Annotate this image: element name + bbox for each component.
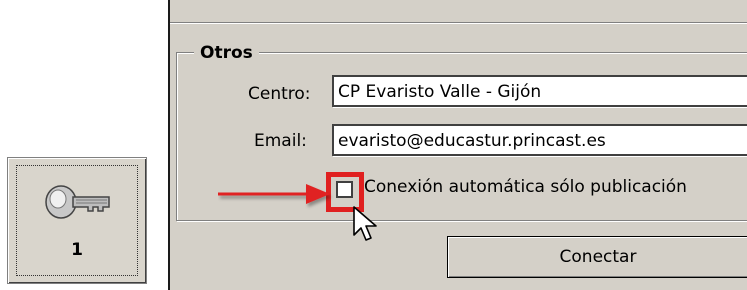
email-label: Email: bbox=[254, 131, 307, 151]
dialog-top-section bbox=[170, 0, 747, 26]
connect-button[interactable]: Conectar bbox=[447, 236, 747, 278]
key-toolbar-button[interactable]: 1 bbox=[7, 157, 147, 284]
auto-connect-label[interactable]: Conexión automática sólo publicación bbox=[364, 177, 687, 197]
email-field[interactable]: evaristo@educastur.princast.es bbox=[332, 124, 747, 156]
key-icon bbox=[45, 185, 110, 219]
centro-label: Centro: bbox=[248, 84, 311, 104]
mouse-cursor-icon bbox=[353, 206, 377, 241]
centro-field[interactable]: CP Evaristo Valle - Gijón bbox=[332, 75, 747, 107]
annotation-arrow-icon bbox=[218, 184, 330, 204]
key-button-label: 1 bbox=[71, 240, 83, 260]
connection-dialog: Otros Centro: CP Evaristo Valle - Gijón … bbox=[168, 0, 747, 290]
group-title: Otros bbox=[194, 43, 259, 63]
